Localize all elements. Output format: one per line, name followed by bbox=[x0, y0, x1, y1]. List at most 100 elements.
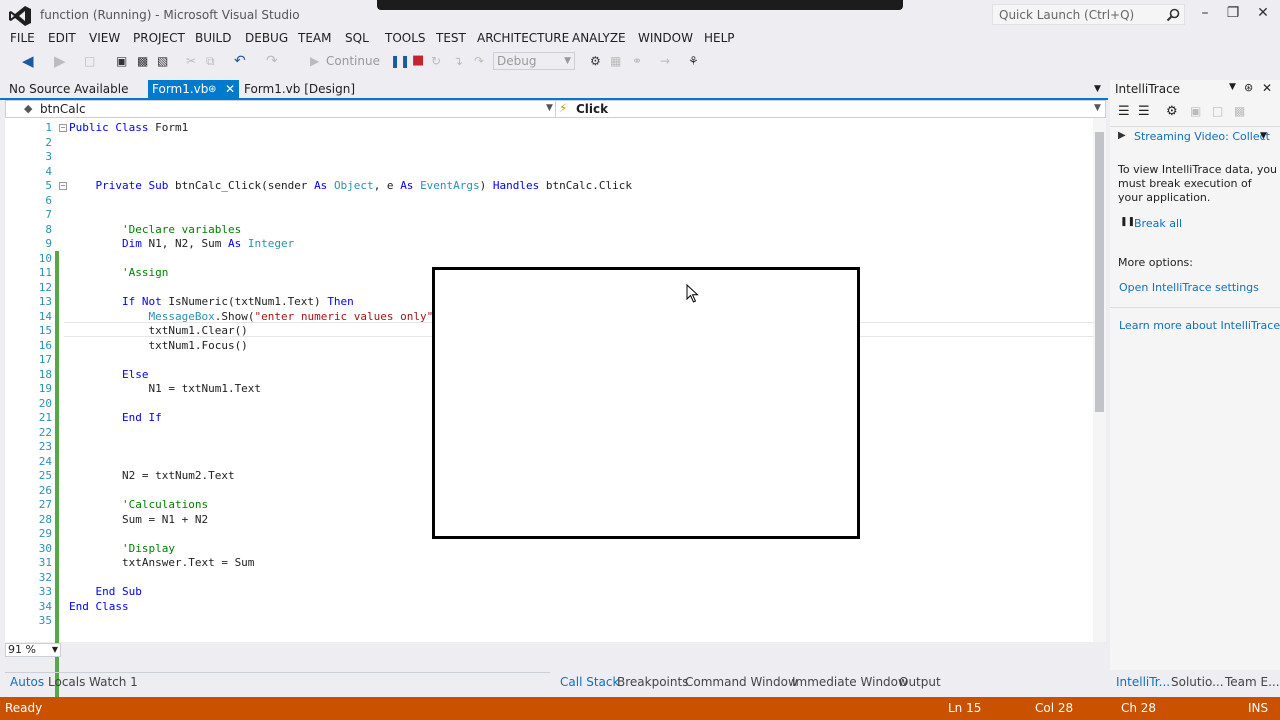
code-text[interactable]: 'Display bbox=[69, 542, 175, 555]
stop-icon[interactable]: ■ bbox=[412, 52, 424, 70]
running-form-window[interactable] bbox=[432, 267, 860, 539]
hex-icon[interactable]: ▦ bbox=[610, 52, 621, 70]
tab-command-window[interactable]: Command Window bbox=[685, 675, 798, 689]
collapse-icon[interactable]: − bbox=[59, 124, 67, 132]
tab-call-stack[interactable]: Call Stack bbox=[560, 675, 619, 689]
menu-view[interactable]: VIEW bbox=[89, 31, 120, 45]
nav-event-dropdown[interactable]: Click bbox=[576, 102, 608, 116]
code-text[interactable]: 'Calculations bbox=[69, 498, 208, 511]
redo-icon[interactable]: ↷ bbox=[266, 52, 278, 70]
find-icon[interactable]: ⚘ bbox=[688, 52, 699, 70]
learn-more-link[interactable]: Learn more about IntelliTrace bbox=[1119, 319, 1280, 332]
save-icon[interactable]: ▩ bbox=[137, 52, 148, 70]
menu-debug[interactable]: DEBUG bbox=[245, 31, 288, 45]
code-text[interactable]: Else bbox=[69, 368, 149, 381]
chevron-down-icon[interactable]: ▼ bbox=[1260, 131, 1267, 141]
menu-architecture[interactable]: ARCHITECTURE bbox=[477, 31, 569, 45]
continue-icon[interactable]: ▶ bbox=[310, 52, 319, 70]
thread-icon[interactable]: ⚭ bbox=[632, 52, 642, 70]
menu-tools[interactable]: TOOLS bbox=[385, 31, 426, 45]
code-line[interactable]: 8 'Declare variables bbox=[5, 223, 1090, 238]
menu-analyze[interactable]: ANALYZE bbox=[572, 31, 626, 45]
code-text[interactable]: End If bbox=[69, 411, 162, 424]
menu-build[interactable]: BUILD bbox=[195, 31, 231, 45]
close-button[interactable]: ✕ bbox=[1248, 2, 1278, 24]
cut-icon[interactable]: ✂ bbox=[186, 52, 196, 70]
code-line[interactable]: 34 End Class bbox=[5, 600, 1090, 615]
code-text[interactable]: Dim N1, N2, Sum As Integer bbox=[69, 237, 294, 250]
tab-breakpoints[interactable]: Breakpoints bbox=[617, 675, 688, 689]
code-text[interactable]: 'Declare variables bbox=[69, 223, 241, 236]
code-line[interactable]: 1 Public Class Form1− bbox=[5, 121, 1090, 136]
show-next-icon[interactable]: → bbox=[660, 52, 670, 70]
tab-form1-vb[interactable]: Form1.vb ⊛ ✕ bbox=[148, 80, 239, 99]
code-line[interactable]: 9 Dim N1, N2, Sum As Integer bbox=[5, 237, 1090, 252]
break-all-link[interactable]: Break all bbox=[1134, 217, 1182, 230]
code-line[interactable]: 10 bbox=[5, 252, 1090, 267]
collapse-icon[interactable]: − bbox=[59, 182, 67, 190]
code-text[interactable]: txtAnswer.Text = Sum bbox=[69, 556, 254, 569]
code-line[interactable]: 30 'Display bbox=[5, 542, 1090, 557]
tab-locals[interactable]: Locals bbox=[48, 675, 85, 689]
menu-file[interactable]: FILE bbox=[10, 31, 35, 45]
quick-launch-box[interactable]: Quick Launch (Ctrl+Q) bbox=[992, 4, 1185, 25]
tab-intellitrace[interactable]: IntelliTr... bbox=[1116, 675, 1170, 689]
back-icon[interactable]: ◀ bbox=[22, 52, 34, 70]
code-line[interactable]: 2 bbox=[5, 136, 1090, 151]
chevron-down-icon[interactable]: ▼ bbox=[546, 103, 553, 113]
pin-icon[interactable]: ⊛ bbox=[1244, 81, 1253, 94]
import-icon[interactable]: ▣ bbox=[1190, 104, 1201, 118]
code-text[interactable]: End Class bbox=[69, 600, 129, 613]
tab-watch-1[interactable]: Watch 1 bbox=[89, 675, 138, 689]
code-line[interactable]: 6 bbox=[5, 194, 1090, 209]
search-icon[interactable] bbox=[1166, 8, 1180, 22]
tab-form1-design[interactable]: Form1.vb [Design] bbox=[240, 80, 359, 99]
new-project-icon[interactable]: □ bbox=[84, 52, 95, 70]
tab-autos[interactable]: Autos bbox=[10, 675, 44, 689]
restart-icon[interactable]: ↻ bbox=[431, 52, 441, 70]
code-text[interactable]: Public Class Form1 bbox=[69, 121, 188, 134]
tab-output[interactable]: Output bbox=[899, 675, 941, 689]
code-text[interactable]: txtNum1.Focus() bbox=[69, 339, 247, 352]
step-into-icon[interactable]: ↴ bbox=[453, 52, 463, 70]
step-over-icon[interactable]: ↷ bbox=[474, 52, 484, 70]
tab-team-explorer[interactable]: Team E... bbox=[1225, 675, 1280, 689]
continue-button[interactable]: Continue bbox=[326, 52, 380, 70]
menu-window[interactable]: WINDOW bbox=[638, 31, 693, 45]
save-icon[interactable]: ▩ bbox=[1234, 104, 1245, 118]
close-icon[interactable]: ✕ bbox=[1262, 81, 1272, 95]
code-text[interactable]: Sum = N1 + N2 bbox=[69, 513, 208, 526]
menu-sql[interactable]: SQL bbox=[345, 31, 369, 45]
code-text[interactable]: MessageBox.Show("enter numeric values on… bbox=[69, 310, 439, 323]
close-tab-icon[interactable]: ✕ bbox=[225, 80, 235, 99]
menu-help[interactable]: HELP bbox=[704, 31, 735, 45]
zoom-level-select[interactable]: 91 % ▼ bbox=[5, 643, 61, 657]
document-icon[interactable]: □ bbox=[1212, 104, 1223, 118]
list-view-icon[interactable]: ☰ bbox=[1118, 104, 1130, 119]
menu-edit[interactable]: EDIT bbox=[48, 31, 76, 45]
pause-icon[interactable]: ❚❚ bbox=[390, 52, 410, 70]
code-text[interactable]: Private Sub btnCalc_Click(sender As Obje… bbox=[69, 179, 633, 192]
gear-icon[interactable]: ⚙ bbox=[1166, 104, 1178, 119]
pin-icon[interactable]: ⊛ bbox=[208, 80, 216, 99]
menu-test[interactable]: TEST bbox=[436, 31, 466, 45]
code-line[interactable]: 3 bbox=[5, 150, 1090, 165]
code-line[interactable]: 7 bbox=[5, 208, 1090, 223]
menu-project[interactable]: PROJECT bbox=[133, 31, 185, 45]
restore-button[interactable]: ❐ bbox=[1218, 2, 1248, 24]
open-settings-link[interactable]: Open IntelliTrace settings bbox=[1119, 281, 1259, 294]
chevron-down-icon[interactable]: ▼ bbox=[1229, 82, 1236, 92]
vertical-scrollbar[interactable] bbox=[1093, 118, 1106, 642]
code-text[interactable]: N2 = txtNum2.Text bbox=[69, 469, 235, 482]
copy-icon[interactable]: ⧉ bbox=[206, 52, 215, 70]
attach-icon[interactable]: ⚙ bbox=[590, 52, 601, 70]
forward-icon[interactable]: ▶ bbox=[54, 52, 66, 70]
tab-dropdown-icon[interactable]: ▼ bbox=[1090, 80, 1105, 99]
minimize-button[interactable]: – bbox=[1190, 2, 1220, 24]
code-text[interactable]: If Not IsNumeric(txtNum1.Text) Then bbox=[69, 295, 354, 308]
scrollbar-thumb[interactable] bbox=[1095, 132, 1104, 412]
open-file-icon[interactable]: ▣ bbox=[116, 52, 127, 70]
code-line[interactable]: 35 bbox=[5, 614, 1090, 629]
tab-no-source-available[interactable]: No Source Available bbox=[5, 80, 132, 99]
streaming-video-link[interactable]: Streaming Video: Collect bbox=[1134, 130, 1270, 143]
